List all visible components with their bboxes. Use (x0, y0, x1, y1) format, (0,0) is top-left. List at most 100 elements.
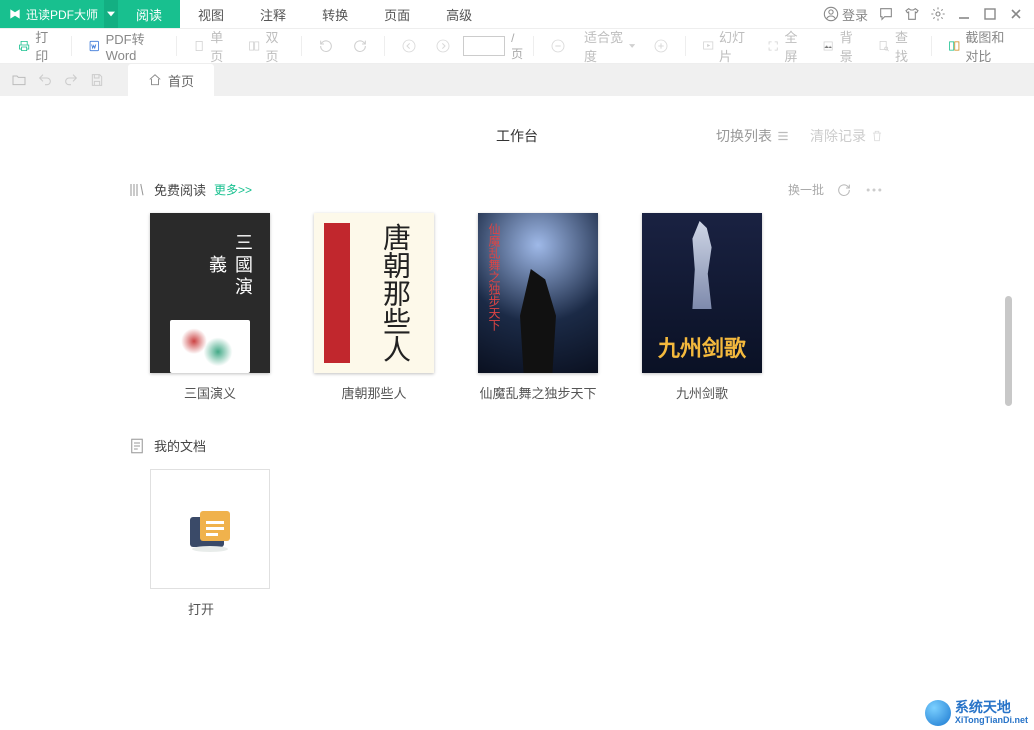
separator (685, 36, 686, 56)
double-page-button[interactable]: 双页 (242, 24, 291, 68)
redo-button[interactable] (62, 72, 80, 88)
pdf-to-word-button[interactable]: PDF转Word (82, 26, 166, 66)
separator (384, 36, 385, 56)
redo-icon (63, 72, 79, 88)
minus-circle-icon (550, 38, 566, 54)
app-logo-icon (8, 7, 22, 21)
book-item[interactable]: 仙魔乱舞之独步天下 仙魔乱舞之独步天下 (478, 213, 598, 402)
tab-strip: 首页 (0, 64, 1034, 96)
double-page-icon (248, 38, 260, 54)
top-links: 工作台 切换列表 清除记录 (40, 126, 994, 146)
single-page-icon (193, 38, 205, 54)
printer-icon (18, 38, 30, 54)
tab-home[interactable]: 首页 (128, 64, 214, 96)
minimize-button[interactable] (956, 6, 972, 22)
screenshot-compare-button[interactable]: 截图和对比 (942, 24, 1022, 68)
separator (533, 36, 534, 56)
books-icon (128, 181, 146, 199)
save-button[interactable] (88, 72, 106, 88)
switch-list-button[interactable]: 切换列表 (716, 126, 790, 146)
trash-icon (870, 129, 884, 143)
rotate-cw-button[interactable] (346, 35, 374, 57)
book-cover: 仙魔乱舞之独步天下 (478, 213, 598, 373)
slideshow-button[interactable]: 幻灯片 (696, 24, 756, 68)
menu-convert[interactable]: 转换 (304, 0, 366, 28)
book-title: 仙魔乱舞之独步天下 (479, 383, 596, 402)
chevron-down-icon (107, 10, 115, 18)
maximize-button[interactable] (982, 6, 998, 22)
book-cover: 唐朝那些人 (314, 213, 434, 373)
rotate-ccw-icon (318, 38, 334, 54)
skin-icon[interactable] (904, 6, 920, 22)
background-icon (822, 38, 834, 54)
separator (931, 36, 932, 56)
my-docs-section: 我的文档 打开 (128, 436, 994, 618)
settings-gear-icon[interactable] (930, 6, 946, 22)
book-item[interactable]: 九州剑歌 九州剑歌 (642, 213, 762, 402)
book-title: 唐朝那些人 (341, 383, 406, 402)
open-document-card[interactable] (150, 469, 270, 589)
user-circle-icon (823, 6, 839, 22)
rotate-cw-icon (352, 38, 368, 54)
more-link[interactable]: 更多>> (214, 181, 252, 198)
background-button[interactable]: 背景 (816, 24, 865, 68)
save-icon (89, 72, 105, 88)
open-file-illustration (180, 499, 240, 559)
next-page-button[interactable] (429, 35, 457, 57)
login-button[interactable]: 登录 (823, 5, 868, 24)
toolbar: 打印 PDF转Word 单页 双页 /页 适合宽度 幻灯片 全屏 背景 查找 (0, 28, 1034, 64)
clear-history-button[interactable]: 清除记录 (810, 126, 884, 146)
free-read-title: 免费阅读 (154, 180, 206, 199)
free-read-header: 免费阅读 更多>> 换一批 (128, 180, 994, 199)
open-folder-button[interactable] (10, 72, 28, 88)
home-icon (148, 73, 162, 87)
book-item[interactable]: 唐朝那些人 唐朝那些人 (314, 213, 434, 402)
page-number-input[interactable] (463, 36, 505, 56)
workbench-tab[interactable]: 工作台 (496, 126, 538, 146)
free-read-actions: 换一批 (788, 181, 884, 198)
app-name: 迅读PDF大师 (26, 6, 98, 23)
page-suffix: /页 (511, 31, 523, 62)
book-cover: 九州剑歌 (642, 213, 762, 373)
title-right: 登录 (823, 5, 1034, 24)
prev-page-button[interactable] (395, 35, 423, 57)
undo-button[interactable] (36, 72, 54, 88)
single-page-button[interactable]: 单页 (187, 24, 236, 68)
print-button[interactable]: 打印 (12, 24, 61, 68)
scrollbar-thumb[interactable] (1005, 296, 1012, 406)
refresh-batch-button[interactable]: 换一批 (788, 181, 824, 198)
fullscreen-icon (767, 38, 779, 54)
chevron-down-icon (629, 42, 635, 50)
undo-icon (37, 72, 53, 88)
refresh-icon[interactable] (836, 182, 852, 198)
find-button[interactable]: 查找 (872, 24, 921, 68)
book-title: 九州剑歌 (676, 383, 728, 402)
more-dots-icon[interactable] (864, 182, 884, 198)
book-title: 三国演义 (184, 383, 236, 402)
books-row: 三國演義 三国演义 唐朝那些人 唐朝那些人 仙魔乱舞之独步天下 仙魔乱舞之独步天… (150, 213, 994, 402)
zoom-mode-select[interactable]: 适合宽度 (578, 24, 641, 68)
separator (176, 36, 177, 56)
separator (301, 36, 302, 56)
menu-page[interactable]: 页面 (366, 0, 428, 28)
book-cover: 三國演義 (150, 213, 270, 373)
play-square-icon (702, 38, 714, 54)
document-icon (128, 437, 146, 455)
globe-icon (925, 700, 951, 726)
menu-read[interactable]: 阅读 (118, 0, 180, 28)
menu-advanced[interactable]: 高级 (428, 0, 490, 28)
chevron-left-icon (401, 38, 417, 54)
rotate-ccw-button[interactable] (312, 35, 340, 57)
feedback-icon[interactable] (878, 6, 894, 22)
book-item[interactable]: 三國演義 三国演义 (150, 213, 270, 402)
my-docs-title: 我的文档 (154, 436, 206, 455)
close-button[interactable] (1008, 6, 1024, 22)
fullscreen-button[interactable]: 全屏 (761, 24, 810, 68)
plus-circle-icon (653, 38, 669, 54)
compare-icon (948, 38, 960, 54)
zoom-in-button[interactable] (647, 35, 675, 57)
zoom-out-button[interactable] (544, 35, 572, 57)
top-right-actions: 切换列表 清除记录 (716, 126, 884, 146)
brand-dropdown[interactable] (104, 0, 118, 28)
word-file-icon (88, 38, 101, 54)
